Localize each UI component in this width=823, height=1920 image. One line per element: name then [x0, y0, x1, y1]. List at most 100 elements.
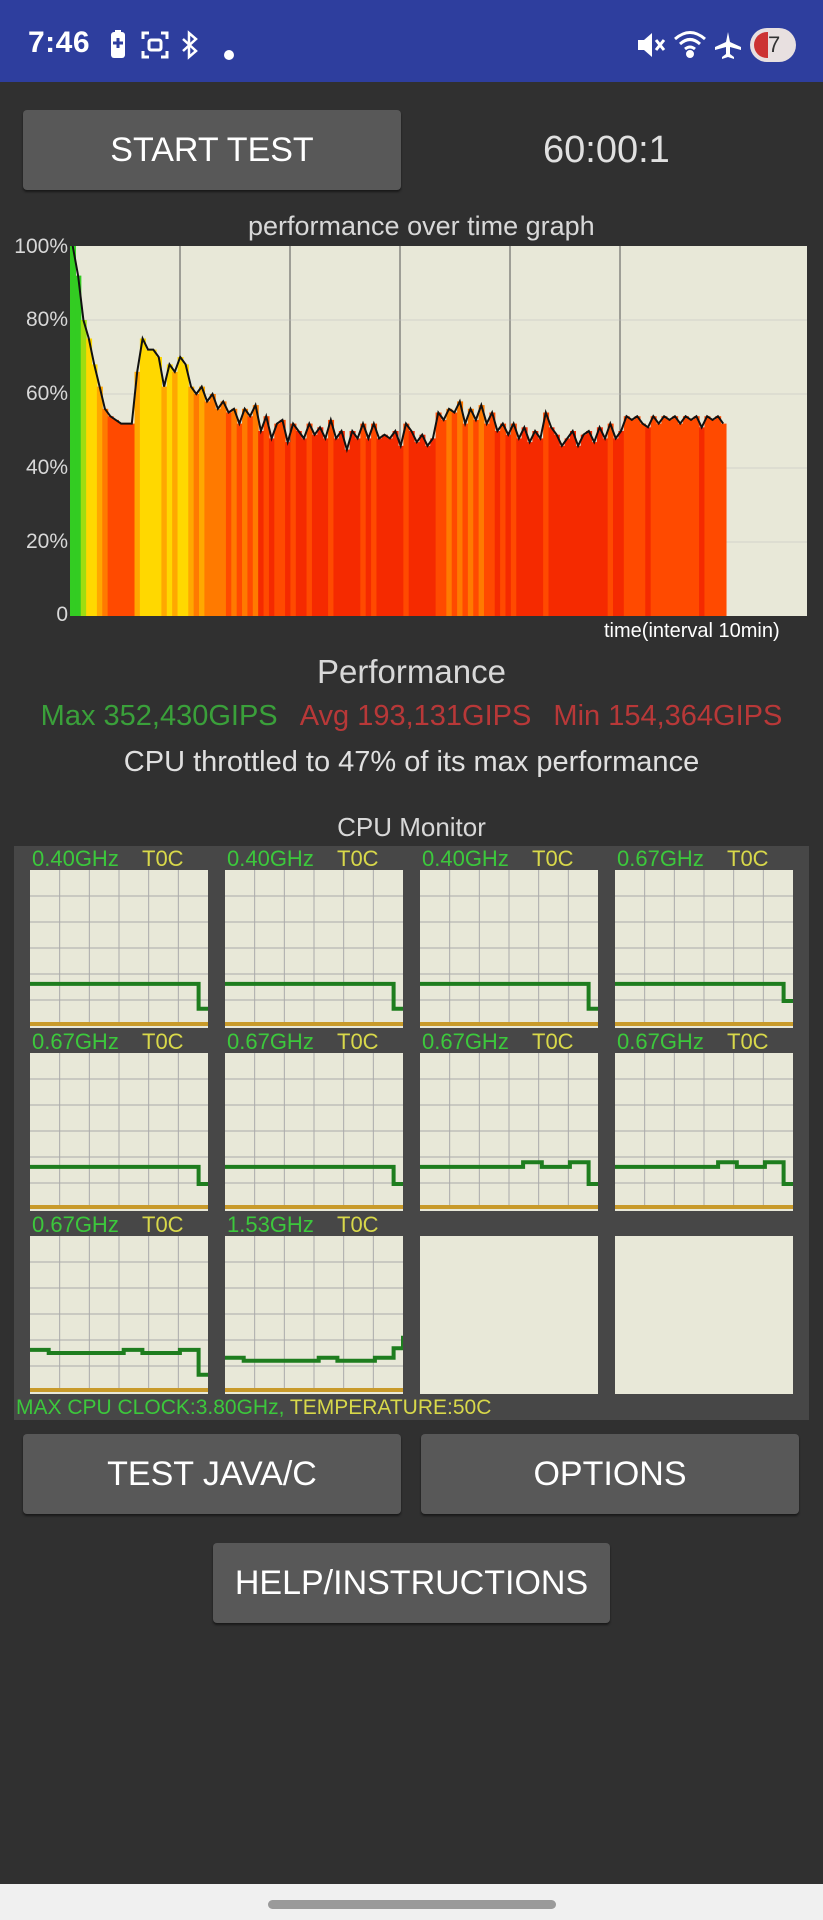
core-temperature: T0C [532, 846, 574, 871]
max-stat: Max 352,430GIPS [40, 700, 278, 732]
performance-bar [575, 445, 582, 616]
test-java-c-button[interactable]: TEST JAVA/C [23, 1434, 401, 1514]
cpu-core-graph: 0.67GHz T0C [599, 1029, 793, 1211]
performance-heading: Performance [317, 653, 506, 690]
core-temp-baseline [225, 1388, 403, 1392]
y-tick-label: 40% [25, 456, 68, 479]
start-test-button[interactable]: START TEST [23, 110, 401, 190]
performance-bar [607, 423, 614, 616]
performance-bar [392, 431, 399, 616]
performance-bar [285, 442, 292, 616]
screenshot-icon [140, 30, 170, 64]
core-plot [615, 870, 793, 1028]
core-temp-baseline [225, 1205, 403, 1209]
performance-bar [91, 364, 98, 616]
performance-bar [365, 438, 372, 616]
options-button[interactable]: OPTIONS [421, 1434, 799, 1514]
cpu-core-graph: 0.67GHz T0C [209, 1029, 403, 1211]
performance-bar [602, 438, 609, 616]
performance-bar [403, 423, 410, 616]
performance-bar [500, 423, 507, 616]
performance-bar [435, 412, 442, 616]
performance-bar [182, 364, 189, 616]
performance-bar [478, 405, 485, 616]
performance-bar [247, 416, 254, 616]
performance-bar [172, 371, 179, 616]
performance-bar [397, 445, 404, 616]
performance-bar [634, 416, 641, 616]
performance-bar [414, 442, 421, 616]
performance-bar [279, 419, 286, 616]
performance-bar [322, 438, 329, 616]
performance-graph [70, 246, 807, 616]
core-temperature: T0C [727, 1029, 769, 1054]
core-temp-baseline [30, 1022, 208, 1026]
performance-bar [532, 431, 539, 616]
core-temp-baseline [30, 1205, 208, 1209]
performance-bar [166, 364, 173, 616]
y-tick-label: 20% [25, 530, 68, 553]
cpu-core-graph: 0.40GHz T0C [404, 846, 598, 1028]
min-stat: Min 154,364GIPS [553, 700, 783, 732]
performance-bar [623, 416, 630, 616]
performance-bar [113, 419, 119, 616]
home-gesture-handle[interactable] [268, 1900, 556, 1909]
performance-bar [661, 416, 668, 616]
performance-bar [516, 438, 523, 616]
performance-bar [80, 320, 87, 616]
core-temperature: T0C [532, 1029, 574, 1054]
core-plot [30, 870, 208, 1028]
performance-bar [209, 394, 216, 616]
cpu-core-graph: 0.67GHz T0C [599, 846, 793, 1028]
performance-bar [231, 408, 238, 616]
performance-bar [360, 423, 367, 616]
cpu-monitor-title: CPU Monitor [337, 812, 486, 842]
bluetooth-icon [180, 30, 200, 64]
core-temperature: T0C [142, 846, 184, 871]
notification-badge: 7 [750, 28, 796, 62]
throttle-text: CPU throttled to 47% of its max performa… [123, 746, 700, 778]
core-temp-baseline [30, 1388, 208, 1392]
performance-bar [220, 401, 227, 616]
cpu-core-graph: 0.67GHz T0C [14, 1029, 208, 1211]
performance-bar [462, 423, 469, 616]
performance-bar [333, 438, 340, 616]
performance-bar [268, 438, 275, 616]
performance-bar [440, 419, 447, 616]
core-plot [420, 870, 598, 1028]
graph-title: performance over time graph [248, 211, 595, 241]
test-timer: 60:00:1 [543, 129, 670, 171]
performance-bar [408, 431, 415, 616]
core-plot [225, 870, 403, 1028]
performance-bar [118, 423, 125, 616]
core-temp-baseline [420, 1205, 598, 1209]
navigation-bar [0, 1884, 823, 1920]
performance-bar [586, 431, 593, 616]
performance-bar [156, 357, 162, 616]
wifi-icon [672, 28, 708, 64]
performance-bar [548, 427, 555, 616]
core-temperature: T0C [727, 846, 769, 871]
performance-bar [430, 438, 437, 616]
performance-bar [639, 423, 646, 616]
performance-bar [338, 431, 345, 616]
performance-bar [96, 386, 103, 616]
core-plot [420, 1053, 598, 1211]
core-plot [615, 1053, 793, 1211]
performance-bar [86, 338, 93, 616]
cpu-core-graph: 1.53GHz T0C [209, 1212, 403, 1394]
performance-stats: Max 352,430GIPS Avg 193,131GIPS Min 154,… [0, 700, 823, 733]
performance-bar [715, 416, 722, 616]
performance-bar [618, 431, 625, 616]
performance-bar [177, 357, 184, 616]
cpu-temperature: TEMPERATURE:50C [289, 1396, 492, 1419]
core-plot [30, 1053, 208, 1211]
performance-bar [720, 423, 727, 616]
core-plot [615, 1236, 793, 1394]
help-instructions-button[interactable]: HELP/INSTRUCTIONS [213, 1543, 610, 1623]
performance-bar [306, 423, 313, 616]
performance-bar [709, 419, 716, 616]
core-temp-baseline [420, 1022, 598, 1026]
cpu-monitor-panel: 0.40GHz T0C 0.40GHz T0C 0.40GHz T0C 0.67GHz T0C… [14, 846, 809, 1420]
performance-bar [371, 423, 378, 616]
